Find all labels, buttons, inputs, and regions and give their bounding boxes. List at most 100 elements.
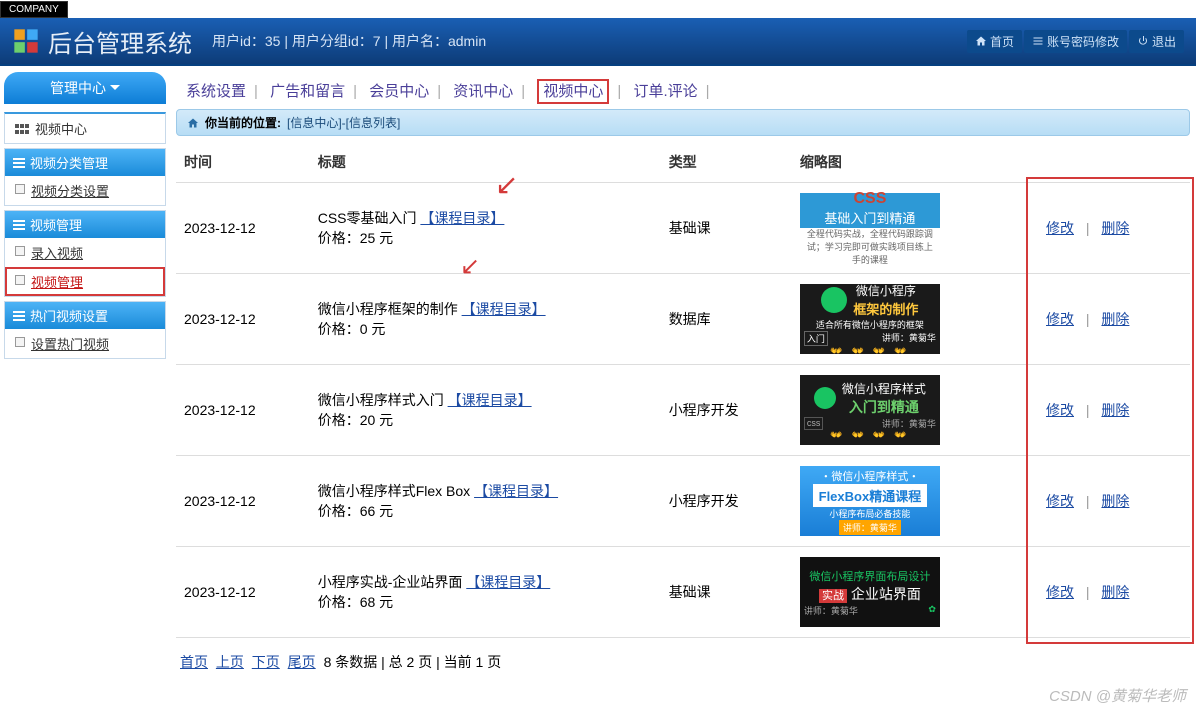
nav-ads[interactable]: 广告和留言 [270, 83, 345, 100]
menu-head-category[interactable]: 视频分类管理 [5, 149, 165, 176]
cell-title: 微信小程序样式入门 【课程目录】 价格：20 元 [310, 365, 661, 456]
cell-actions: 修改 | 删除 [1030, 547, 1190, 638]
edit-link[interactable]: 修改 [1046, 493, 1074, 509]
pager-first[interactable]: 首页 [180, 654, 208, 670]
pager-prev[interactable]: 上页 [216, 654, 244, 670]
company-tag: COMPANY [0, 1, 68, 18]
menu-head-hot[interactable]: 热门视频设置 [5, 302, 165, 329]
cell-title: CSS零基础入门 【课程目录】 价格：25 元 [310, 183, 661, 274]
edit-link[interactable]: 修改 [1046, 402, 1074, 418]
breadcrumb: 你当前的位置: [信息中心]-[信息列表] [176, 109, 1190, 136]
cell-type: 数据库 [661, 274, 792, 365]
sidebar-tab-admin[interactable]: 管理中心 [4, 72, 166, 104]
cell-title: 微信小程序样式Flex Box 【课程目录】 价格：66 元 [310, 456, 661, 547]
table-row: 2023-12-12 微信小程序样式Flex Box 【课程目录】 价格：66 … [176, 456, 1190, 547]
th-title: 标题 [310, 142, 661, 183]
home-button[interactable]: 首页 [967, 30, 1022, 53]
cell-time: 2023-12-12 [176, 365, 310, 456]
header-bar: 后台管理系统 用户id：35 | 用户分组id：7 | 用户名：admin 首页… [0, 18, 1196, 66]
sidebar-item-manage-video[interactable]: 视频管理 [5, 267, 165, 296]
cell-thumb: 微信小程序框架的制作适合所有微信小程序的框架入门讲师：黄菊华👐 👐 👐 👐 [792, 274, 1030, 365]
video-table: 时间 标题 类型 缩略图 2023-12-12 CSS零基础入门 【课程目录】 … [176, 142, 1190, 638]
th-time: 时间 [176, 142, 310, 183]
top-nav: 系统设置| 广告和留言| 会员中心| 资讯中心| 视频中心| 订单.评论| [176, 72, 1190, 109]
main-content: 系统设置| 广告和留言| 会员中心| 资讯中心| 视频中心| 订单.评论| 你当… [170, 66, 1196, 692]
cell-title: 小程序实战-企业站界面 【课程目录】 价格：68 元 [310, 547, 661, 638]
edit-link[interactable]: 修改 [1046, 311, 1074, 327]
table-row: 2023-12-12 CSS零基础入门 【课程目录】 价格：25 元 基础课 C… [176, 183, 1190, 274]
list-icon [1032, 35, 1044, 47]
app-title: 后台管理系统 [48, 24, 192, 59]
logo-icon [12, 27, 40, 55]
delete-link[interactable]: 删除 [1101, 493, 1129, 509]
cell-time: 2023-12-12 [176, 547, 310, 638]
cell-type: 基础课 [661, 183, 792, 274]
sidebar-item-add-video[interactable]: 录入视频 [5, 238, 165, 267]
cell-thumb: ・微信小程序样式・FlexBox精通课程小程序布局必备技能讲师：黄菊华 [792, 456, 1030, 547]
thumbnail: ・微信小程序样式・FlexBox精通课程小程序布局必备技能讲师：黄菊华 [800, 466, 940, 536]
cell-actions: 修改 | 删除 [1030, 365, 1190, 456]
pager-info: 8 条数据 | 总 2 页 | 当前 1 页 [324, 654, 502, 670]
sidebar: 管理中心 视频中心 视频分类管理 视频分类设置 视频管理 录入视频 视频管理 热… [0, 66, 170, 692]
watermark: CSDN @黄菊华老师 [1049, 685, 1186, 706]
cell-thumb: 微信小程序样式入门到精通css讲师：黄菊华👐 👐 👐 👐 [792, 365, 1030, 456]
nav-order[interactable]: 订单.评论 [633, 83, 697, 100]
cell-actions: 修改 | 删除 [1030, 274, 1190, 365]
thumbnail: 微信小程序样式入门到精通css讲师：黄菊华👐 👐 👐 👐 [800, 375, 940, 445]
sidebar-item-cat-setting[interactable]: 视频分类设置 [5, 176, 165, 205]
cell-title: 微信小程序框架的制作 【课程目录】 价格：0 元 [310, 274, 661, 365]
power-icon [1137, 35, 1149, 47]
cell-actions: 修改 | 删除 [1030, 456, 1190, 547]
annotation-arrow: ↙ [460, 252, 480, 281]
catalog-link[interactable]: 【课程目录】 [448, 392, 532, 408]
delete-link[interactable]: 删除 [1101, 311, 1129, 327]
cell-thumb: 微信小程序界面布局设计实战 企业站界面讲师：黄菊华✿ [792, 547, 1030, 638]
delete-link[interactable]: 删除 [1101, 584, 1129, 600]
cell-actions: 修改 | 删除 [1030, 183, 1190, 274]
breadcrumb-location: [信息中心]-[信息列表] [287, 114, 400, 131]
bars-icon [13, 310, 25, 322]
edit-link[interactable]: 修改 [1046, 584, 1074, 600]
th-type: 类型 [661, 142, 792, 183]
pager-next[interactable]: 下页 [252, 654, 280, 670]
bars-icon [13, 219, 25, 231]
change-password-button[interactable]: 账号密码修改 [1024, 30, 1127, 53]
edit-link[interactable]: 修改 [1046, 220, 1074, 236]
delete-link[interactable]: 删除 [1101, 220, 1129, 236]
nav-system[interactable]: 系统设置 [186, 83, 246, 100]
catalog-link[interactable]: 【课程目录】 [462, 301, 546, 317]
catalog-link[interactable]: 【课程目录】 [420, 210, 504, 226]
th-actions [1030, 142, 1190, 183]
logout-button[interactable]: 退出 [1129, 30, 1184, 53]
thumbnail: 微信小程序框架的制作适合所有微信小程序的框架入门讲师：黄菊华👐 👐 👐 👐 [800, 284, 940, 354]
user-info: 用户id：35 | 用户分组id：7 | 用户名：admin [212, 31, 486, 51]
nav-news[interactable]: 资讯中心 [453, 83, 513, 100]
cell-time: 2023-12-12 [176, 456, 310, 547]
cell-type: 基础课 [661, 547, 792, 638]
menu-group-video: 视频管理 录入视频 视频管理 [4, 210, 166, 297]
cell-thumb: CSS基础入门到精通全程代码实战，全程代码跟踪调试；学习完即可做实践项目练上手的… [792, 183, 1030, 274]
cell-time: 2023-12-12 [176, 274, 310, 365]
sidebar-item-set-hot[interactable]: 设置热门视频 [5, 329, 165, 358]
pager-last[interactable]: 尾页 [288, 654, 316, 670]
chevron-down-icon [110, 83, 120, 93]
nav-video[interactable]: 视频中心 [537, 79, 609, 104]
cell-time: 2023-12-12 [176, 183, 310, 274]
menu-head-video[interactable]: 视频管理 [5, 211, 165, 238]
thumbnail: CSS基础入门到精通全程代码实战，全程代码跟踪调试；学习完即可做实践项目练上手的… [800, 193, 940, 263]
home-icon [187, 117, 199, 129]
catalog-link[interactable]: 【课程目录】 [466, 574, 550, 590]
grid-icon [15, 124, 29, 134]
annotation-arrow: ↙ [495, 168, 518, 201]
table-row: 2023-12-12 微信小程序框架的制作 【课程目录】 价格：0 元 数据库 … [176, 274, 1190, 365]
catalog-link[interactable]: 【课程目录】 [474, 483, 558, 499]
delete-link[interactable]: 删除 [1101, 402, 1129, 418]
cell-type: 小程序开发 [661, 456, 792, 547]
cell-type: 小程序开发 [661, 365, 792, 456]
breadcrumb-label: 你当前的位置: [205, 114, 281, 131]
table-row: 2023-12-12 微信小程序样式入门 【课程目录】 价格：20 元 小程序开… [176, 365, 1190, 456]
th-thumb: 缩略图 [792, 142, 1030, 183]
nav-member[interactable]: 会员中心 [369, 83, 429, 100]
sidebar-sub-video[interactable]: 视频中心 [4, 112, 166, 144]
table-row: 2023-12-12 小程序实战-企业站界面 【课程目录】 价格：68 元 基础… [176, 547, 1190, 638]
